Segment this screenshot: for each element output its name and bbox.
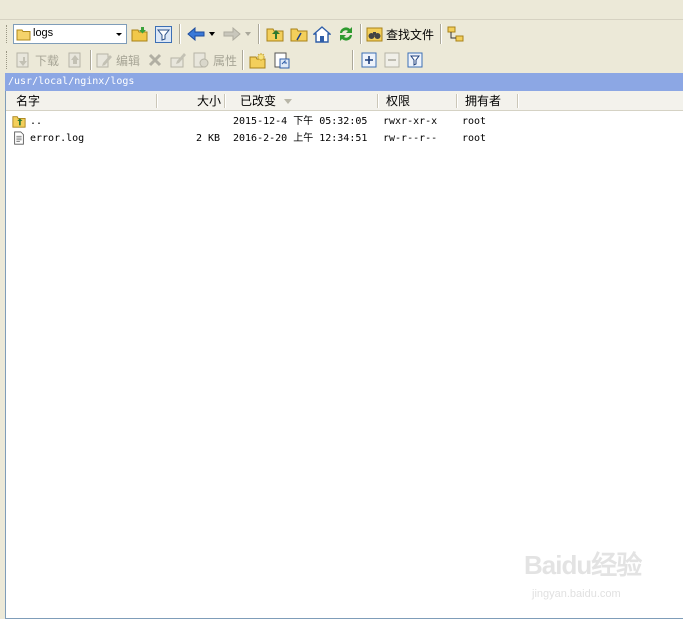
column-divider[interactable]: [456, 94, 458, 108]
select-filter-button[interactable]: [405, 50, 425, 70]
plus-icon: [361, 52, 377, 68]
column-header-owner[interactable]: 拥有者: [465, 91, 501, 111]
combo-dropdown-arrow[interactable]: [113, 26, 125, 42]
tree-view-icon: [447, 26, 464, 41]
file-list-header: 名字 大小 已改变 权限 拥有者: [6, 91, 683, 111]
chevron-down-icon: [245, 32, 251, 36]
filter-icon: [154, 25, 172, 43]
refresh-button[interactable]: [336, 24, 356, 44]
binoculars-icon: [366, 27, 383, 42]
properties-icon: [193, 52, 209, 67]
download-label: 下载: [35, 53, 60, 68]
toolbar-separator: [90, 50, 92, 70]
sort-arrow-icon: [284, 99, 292, 104]
new-file-icon: [274, 52, 290, 68]
chevron-down-icon: [209, 32, 215, 36]
main-toolbar: logs 查找文件: [0, 21, 683, 47]
file-row-parent[interactable]: .. 2015-12-4 下午 05:32:05 rwxr-xr-x root: [6, 113, 683, 130]
action-toolbar: 下载 编辑 属性: [0, 47, 683, 73]
filter-icon: [407, 52, 423, 68]
column-divider[interactable]: [224, 94, 226, 108]
edit-icon: [96, 53, 112, 67]
watermark-brand: Baidu经验: [524, 550, 642, 580]
forward-dropdown[interactable]: [244, 24, 252, 44]
download-icon: [16, 52, 29, 67]
refresh-icon: [340, 27, 352, 41]
toolbar-separator: [352, 50, 354, 70]
location-combo[interactable]: logs: [13, 24, 127, 44]
open-folder-icon: [131, 27, 148, 42]
file-owner: root: [462, 133, 487, 144]
file-size: 2 KB: [196, 133, 221, 144]
column-header-name[interactable]: 名字: [16, 91, 40, 111]
toolbar-grip[interactable]: [6, 25, 9, 43]
unselect-all-button[interactable]: [382, 50, 402, 70]
parent-folder-icon: [12, 116, 26, 128]
text-file-icon: [14, 131, 24, 145]
download-button[interactable]: 下载: [14, 50, 59, 70]
edit-label: 编辑: [116, 53, 141, 68]
tree-view-button[interactable]: [446, 24, 466, 44]
arrow-left-icon: [187, 27, 205, 41]
column-divider[interactable]: [377, 94, 379, 108]
minus-icon: [384, 52, 400, 68]
toolbar-separator: [242, 50, 244, 70]
column-header-permissions[interactable]: 权限: [386, 91, 410, 111]
file-row-error-log[interactable]: error.log 2 KB 2016-2-20 上午 12:34:51 rw-…: [6, 130, 683, 147]
parent-directory-button[interactable]: [265, 24, 285, 44]
toolbar-separator: [258, 24, 260, 44]
new-file-button[interactable]: [272, 50, 292, 70]
upload-icon: [68, 52, 81, 67]
search-files-button[interactable]: 查找文件: [366, 24, 434, 44]
folder-icon: [16, 29, 31, 41]
column-header-modified[interactable]: 已改变: [240, 91, 276, 111]
filter-button[interactable]: [153, 24, 173, 44]
home-directory-button[interactable]: [312, 24, 332, 44]
file-modified: 2016-2-20 上午 12:34:51: [233, 133, 368, 144]
file-list[interactable]: 名字 大小 已改变 权限 拥有者 .. 2015-12-4 下午 05:32:0…: [5, 91, 683, 619]
chevron-down-icon: [116, 33, 122, 36]
watermark-url: jingyan.baidu.com: [532, 588, 621, 600]
back-button[interactable]: [186, 24, 206, 44]
watermark: Baidu经验 jingyan.baidu.com: [522, 543, 652, 605]
back-dropdown[interactable]: [208, 24, 216, 44]
file-owner: root: [462, 116, 487, 127]
toolbar-separator: [440, 24, 442, 44]
file-permissions: rw-r--r--: [383, 133, 438, 144]
new-folder-icon: [249, 51, 266, 68]
delete-button[interactable]: [145, 50, 165, 70]
title-strip: [0, 0, 683, 20]
file-permissions: rwxr-xr-x: [383, 116, 438, 127]
select-all-button[interactable]: [359, 50, 379, 70]
file-modified: 2015-12-4 下午 05:32:05: [233, 116, 368, 127]
open-folder-button[interactable]: [130, 24, 150, 44]
toolbar-separator: [360, 24, 362, 44]
toolbar-grip[interactable]: [6, 51, 9, 69]
properties-label: 属性: [213, 53, 238, 68]
delete-icon: [148, 53, 162, 67]
search-files-label: 查找文件: [386, 27, 435, 42]
column-divider[interactable]: [517, 94, 519, 108]
file-name: ..: [30, 116, 43, 127]
home-icon: [313, 25, 331, 43]
root-folder-icon: [290, 28, 308, 42]
rename-icon: [170, 52, 186, 67]
arrow-right-icon: [223, 27, 241, 41]
root-directory-button[interactable]: [289, 24, 309, 44]
edit-button[interactable]: 编辑: [95, 50, 140, 70]
parent-folder-icon: [266, 28, 284, 42]
toolbar-separator: [179, 24, 181, 44]
forward-button[interactable]: [222, 24, 242, 44]
properties-button[interactable]: 属性: [192, 50, 237, 70]
current-path-bar: /usr/local/nginx/logs: [5, 73, 683, 91]
file-name: error.log: [30, 133, 85, 144]
location-combo-value: logs: [33, 27, 54, 39]
column-divider[interactable]: [156, 94, 158, 108]
rename-button[interactable]: [168, 50, 188, 70]
upload-button[interactable]: [65, 50, 85, 70]
new-folder-button[interactable]: [248, 50, 268, 70]
column-header-size[interactable]: 大小: [197, 91, 221, 111]
